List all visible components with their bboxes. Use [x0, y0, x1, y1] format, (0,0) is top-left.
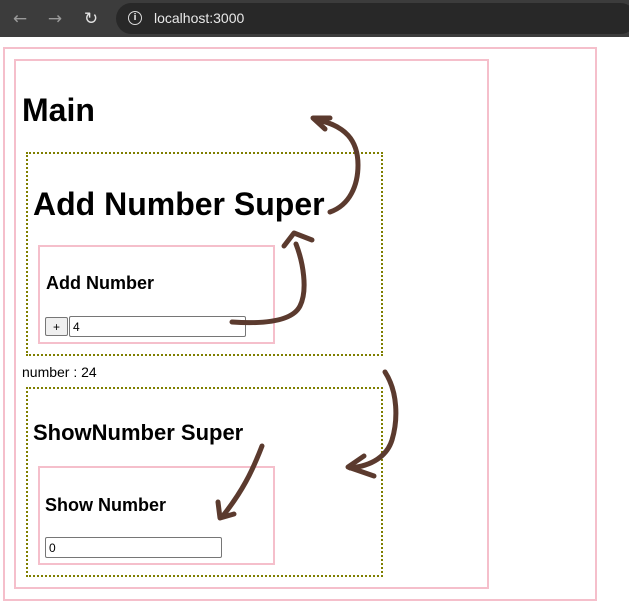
number-display: number : 24: [22, 364, 97, 380]
show-number-title: Show Number: [45, 495, 167, 515]
back-arrow-icon[interactable]: ←: [8, 7, 32, 31]
url-text[interactable]: localhost:3000: [154, 10, 244, 26]
main-title: Main: [22, 92, 95, 128]
info-icon[interactable]: i: [128, 11, 142, 25]
increment-button[interactable]: +: [45, 317, 68, 336]
add-number-input[interactable]: [69, 316, 246, 337]
add-number-super-title: Add Number Super: [33, 186, 325, 222]
show-number-super-title: ShowNumber Super: [33, 420, 244, 445]
reload-icon[interactable]: ↻: [79, 7, 103, 31]
show-number-input[interactable]: [45, 537, 222, 558]
forward-arrow-icon[interactable]: →: [43, 7, 67, 31]
add-number-title: Add Number: [46, 273, 154, 293]
